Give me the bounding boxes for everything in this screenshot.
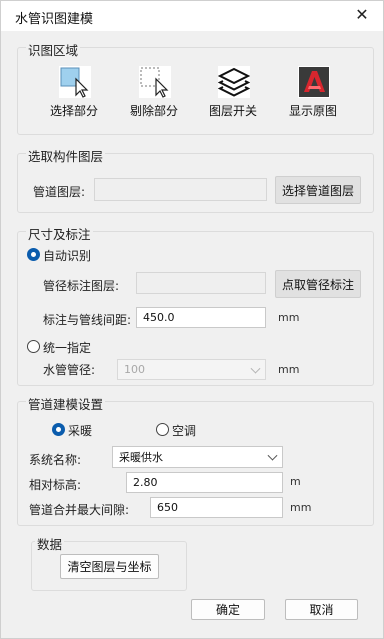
select-region-label: 选择部分: [49, 104, 98, 118]
auto-detect-radio[interactable]: [27, 248, 40, 261]
pipe-diameter-label: 水管管径:: [43, 363, 96, 377]
pipe-diameter-select: 100: [117, 359, 266, 380]
annotation-layer-field[interactable]: [136, 272, 266, 294]
close-icon[interactable]: ✕: [353, 5, 371, 24]
pipe-layer-field[interactable]: [94, 178, 267, 201]
layers-label: 图层开关: [208, 104, 257, 118]
select-region-icon: [59, 66, 91, 98]
show-original-button[interactable]: 显示原图: [284, 65, 342, 123]
pipe-diameter-unit: mm: [278, 363, 300, 376]
air-conditioning-label[interactable]: 空调: [172, 422, 196, 439]
exclude-region-label: 剔除部分: [129, 104, 178, 118]
pick-annotation-button[interactable]: 点取管径标注: [275, 270, 361, 298]
system-name-label: 系统名称:: [29, 453, 82, 467]
annotation-distance-unit: mm: [278, 311, 300, 324]
uniform-specify-label[interactable]: 统一指定: [43, 339, 91, 356]
system-name-value: 采暖供水: [119, 451, 163, 464]
model-group-title: 管道建模设置: [26, 394, 106, 413]
ok-button[interactable]: 确定: [191, 599, 265, 620]
relative-elevation-label: 相对标高:: [29, 478, 82, 492]
dimension-group-title: 尺寸及标注: [26, 224, 93, 243]
cancel-button[interactable]: 取消: [285, 599, 358, 620]
exclude-region-button[interactable]: 剔除部分: [125, 65, 183, 123]
chevron-down-icon: [267, 450, 278, 461]
annotation-distance-input[interactable]: 450.0: [136, 307, 266, 328]
window-title: 水管识图建模: [15, 12, 94, 27]
title-bar: 水管识图建模 ✕: [1, 1, 383, 31]
merge-gap-unit: mm: [290, 501, 312, 514]
heating-label[interactable]: 采暖: [68, 422, 92, 439]
uniform-specify-radio[interactable]: [27, 340, 40, 353]
annotation-layer-label: 管径标注图层:: [43, 279, 120, 293]
select-region-button[interactable]: 选择部分: [45, 65, 103, 123]
layers-button[interactable]: 图层开关: [204, 65, 262, 123]
layers-icon: [217, 66, 251, 98]
relative-elevation-input[interactable]: 2.80: [126, 472, 283, 493]
exclude-region-icon: [139, 66, 171, 98]
layer-select-group-title: 选取构件图层: [26, 146, 106, 165]
merge-gap-label: 管道合并最大间隙:: [29, 503, 130, 517]
chevron-down-icon: [250, 363, 261, 374]
heating-radio[interactable]: [52, 423, 65, 436]
clear-layers-button[interactable]: 清空图层与坐标: [60, 554, 159, 579]
system-name-select[interactable]: 采暖供水: [112, 446, 283, 468]
merge-gap-input[interactable]: 650: [150, 497, 283, 518]
relative-elevation-unit: m: [290, 475, 301, 488]
pipe-layer-label: 管道图层:: [33, 185, 86, 199]
show-original-icon: [298, 66, 330, 98]
auto-detect-label[interactable]: 自动识别: [43, 247, 91, 264]
annotation-distance-label: 标注与管线间距:: [43, 313, 132, 327]
data-group-title: 数据: [35, 534, 65, 553]
dialog-window: 水管识图建模 ✕ 识图区域 选择部分 剔除部分 图层开关 显示原图 选取构件图层…: [0, 0, 384, 639]
pick-pipe-layer-button[interactable]: 选择管道图层: [275, 176, 361, 204]
air-conditioning-radio[interactable]: [156, 423, 169, 436]
pipe-diameter-value: 100: [124, 363, 145, 376]
region-group-title: 识图区域: [26, 40, 81, 59]
show-original-label: 显示原图: [288, 104, 337, 118]
